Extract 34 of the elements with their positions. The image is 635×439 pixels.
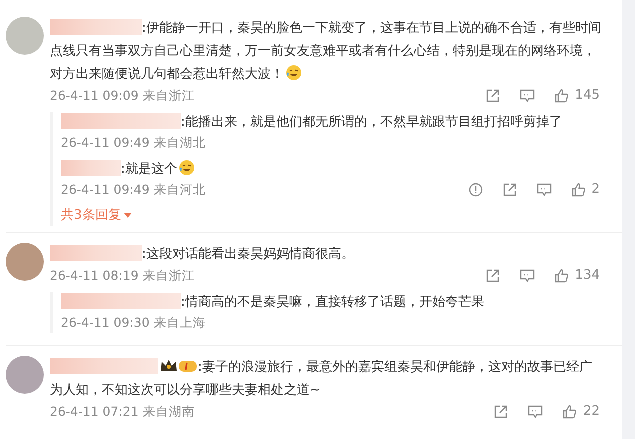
avatar[interactable] (6, 242, 44, 280)
share-icon[interactable] (486, 268, 500, 282)
comment-text: :伊能静一开口，秦昊的脸色一下就变了，这事在节目上说的确不合适，有些时间点线只有当事双方自己心里清楚，万一前女友意难平或者有什么心结，特别是现在的网络环境，对方出来随便说几句都会惹出轩然大波！ (50, 18, 602, 84)
reply-text: :情商高的不是秦昊嘛，直接转移了话题，开始夸芒果 (61, 292, 604, 312)
thumbs-up-icon[interactable] (563, 404, 578, 418)
more-replies-link[interactable]: 共3条回复 (61, 206, 132, 226)
comment-icon[interactable] (520, 268, 536, 282)
comment-icon[interactable] (536, 183, 552, 197)
comment-meta: 26-4-11 09:09 来自浙江 (50, 87, 195, 105)
caret-icon (124, 213, 132, 218)
comment-text: :这段对话能看出秦昊妈妈情商很高。 (50, 242, 604, 266)
reply-text: :就是这个 (61, 159, 604, 180)
share-icon[interactable] (494, 404, 508, 418)
like-count: 145 (575, 87, 600, 105)
like-count: 2 (592, 181, 600, 199)
share-icon[interactable] (502, 183, 517, 197)
comment-meta: 26-4-11 07:21 来自湖南 (50, 402, 195, 420)
reply-text: :能播出来，就是他们都无所谓的，不然早就跟节目组打招呼剪掉了 (61, 112, 604, 133)
avatar[interactable] (6, 17, 44, 55)
share-icon[interactable] (486, 89, 500, 103)
reply-meta: 26-4-11 09:49 来自湖北 (61, 134, 206, 152)
comment-meta: 26-4-11 08:19 来自浙江 (50, 266, 195, 284)
report-icon[interactable] (468, 183, 483, 197)
like-count: 22 (583, 402, 600, 420)
avatar[interactable] (6, 356, 44, 394)
like-count: 134 (575, 266, 600, 284)
thumbs-up-icon[interactable] (555, 268, 570, 282)
reply-meta: 26-4-11 09:49 来自河北 (61, 181, 206, 199)
thumbs-up-icon[interactable] (572, 183, 586, 197)
thumbs-up-icon[interactable] (555, 89, 570, 103)
comment-text: :妻子的浪漫旅行，最意外的嘉宾组秦昊和伊能静，这对的故事已经广为人知，不知这次可以分享哪些夫妻相处之道~ (50, 356, 594, 400)
reply-meta: 26-4-11 09:30 来自上海 (61, 314, 206, 332)
comment-icon[interactable] (520, 89, 536, 103)
comment-icon[interactable] (528, 404, 544, 418)
